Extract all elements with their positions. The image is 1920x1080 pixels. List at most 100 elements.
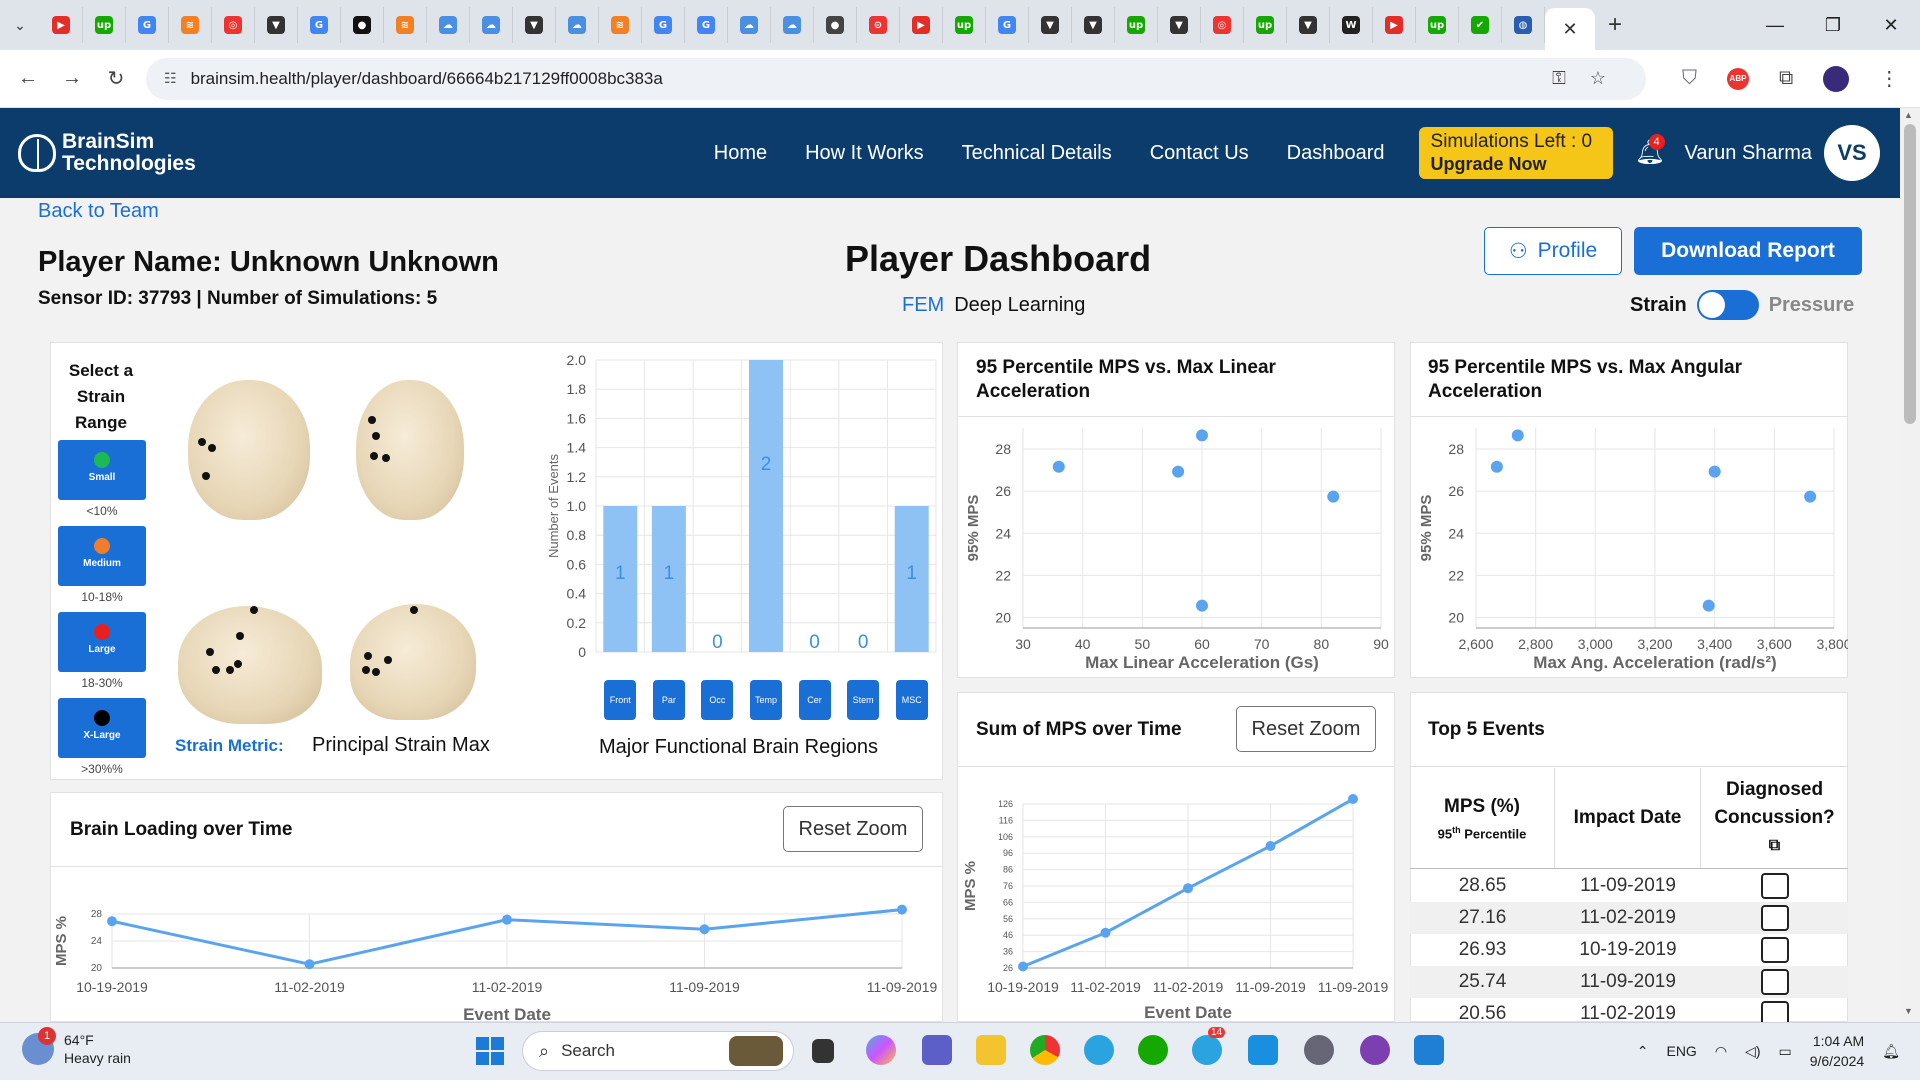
browser-profile-avatar[interactable]	[1823, 65, 1850, 92]
notification-bell-icon[interactable]: 🔔︎	[1882, 1043, 1900, 1060]
close-window-icon[interactable]: ✕	[1862, 0, 1920, 50]
table-row[interactable]: 27.16 11-02-2019	[1410, 902, 1848, 934]
copilot-icon[interactable]	[866, 1035, 896, 1065]
windows-start-icon[interactable]	[476, 1037, 504, 1065]
browser-tab[interactable]: up	[83, 7, 126, 43]
nav-dashboard[interactable]: Dashboard	[1287, 142, 1385, 165]
strain-metric-value[interactable]: Principal Strain Max	[312, 734, 490, 757]
region-par-button[interactable]: Par	[652, 680, 685, 720]
chrome-icon[interactable]	[1030, 1035, 1060, 1065]
strain-range-large-button[interactable]: Large	[58, 612, 146, 672]
browser-tab[interactable]: ⊝	[857, 7, 900, 43]
concussion-checkbox[interactable]	[1760, 969, 1789, 995]
bookmark-star-icon[interactable]: ☆	[1590, 68, 1606, 89]
loading-reset-zoom-button[interactable]: Reset Zoom	[783, 806, 923, 852]
concussion-checkbox[interactable]	[1760, 873, 1789, 899]
tab-search-icon[interactable]: ⌄	[0, 5, 40, 45]
browser-tab[interactable]: up	[1244, 7, 1287, 43]
scroll-up-icon[interactable]: ▲	[1904, 110, 1913, 120]
task-view-icon[interactable]	[812, 1039, 834, 1063]
password-key-icon[interactable]: ⚿	[1552, 68, 1566, 89]
active-tab[interactable]: ✕	[1545, 8, 1595, 50]
browser-tab[interactable]: ☁	[427, 7, 470, 43]
browser-tab[interactable]: ▼	[1029, 7, 1072, 43]
browser-tab[interactable]: ≋	[599, 7, 642, 43]
region-front-button[interactable]: Front	[604, 680, 637, 720]
browser-tab[interactable]: ●	[341, 7, 384, 43]
browser-tab[interactable]: ●	[814, 7, 857, 43]
concussion-checkbox[interactable]	[1760, 937, 1789, 963]
nav-home[interactable]: Home	[714, 142, 767, 165]
shield-extension-icon[interactable]: ⛉	[1682, 67, 1697, 90]
simulations-upgrade-button[interactable]: Simulations Left : 0 Upgrade Now	[1418, 127, 1613, 179]
weather-widget[interactable]: 1 64°F Heavy rain	[22, 1027, 131, 1067]
browser-tab[interactable]: W	[1330, 7, 1373, 43]
region-occ-button[interactable]: Occ	[701, 680, 734, 720]
upgrade-now[interactable]: Upgrade Now	[1431, 153, 1601, 175]
strain-range-x-large-button[interactable]: X-Large	[58, 698, 146, 758]
col-concussion-header[interactable]: Diagnosed Concussion? ⧉	[1701, 768, 1848, 868]
minimize-icon[interactable]: —	[1746, 0, 1804, 50]
skype-icon[interactable]	[1248, 1035, 1278, 1065]
browser-tab[interactable]: ◍	[1502, 7, 1545, 43]
table-row[interactable]: 25.74 11-09-2019	[1410, 966, 1848, 998]
browser-tab[interactable]: ▼	[255, 7, 298, 43]
region-cer-button[interactable]: Cer	[798, 680, 831, 720]
puzzle-extensions-icon[interactable]: ⧉	[1779, 67, 1793, 90]
file-explorer-icon[interactable]	[976, 1035, 1006, 1065]
telegram-icon[interactable]	[1084, 1035, 1114, 1065]
mode-fem[interactable]: FEM	[902, 294, 944, 316]
browser-tab[interactable]: ◎	[212, 7, 255, 43]
browser-tab[interactable]: G	[685, 7, 728, 43]
wifi-icon[interactable]: ◠	[1715, 1043, 1727, 1060]
browser-tab[interactable]: G	[642, 7, 685, 43]
strain-range-small-button[interactable]: Small	[58, 440, 146, 500]
browser-tab[interactable]: ✔	[1459, 7, 1502, 43]
site-info-icon[interactable]: ☷	[164, 70, 177, 87]
url-text[interactable]: brainsim.health/player/dashboard/66664b2…	[191, 69, 663, 89]
table-row[interactable]: 26.93 10-19-2019	[1410, 934, 1848, 966]
restore-icon[interactable]: ❐	[1804, 0, 1862, 50]
region-stem-button[interactable]: Stem	[847, 680, 880, 720]
new-tab-button[interactable]: +	[1595, 11, 1635, 39]
vscode-icon[interactable]	[1414, 1035, 1444, 1065]
battery-icon[interactable]: ▭	[1778, 1043, 1791, 1060]
external-link-icon[interactable]: ⧉	[1769, 832, 1780, 860]
col-mps-header[interactable]: MPS (%) 95th Percentile	[1410, 768, 1555, 868]
teams-icon[interactable]	[922, 1035, 952, 1065]
browser-tab[interactable]: up	[1115, 7, 1158, 43]
table-row[interactable]: 28.65 11-09-2019	[1410, 870, 1848, 902]
back-arrow-icon[interactable]: ←	[6, 67, 50, 90]
user-name[interactable]: Varun Sharma	[1685, 142, 1812, 165]
region-msc-button[interactable]: MSC	[895, 680, 928, 720]
browser-tab[interactable]: ☁	[728, 7, 771, 43]
strain-range-medium-button[interactable]: Medium	[58, 526, 146, 586]
browser-tab[interactable]: G	[126, 7, 169, 43]
browser-tab[interactable]: ▼	[1158, 7, 1201, 43]
browser-tab[interactable]: ≋	[384, 7, 427, 43]
back-to-team-link[interactable]: Back to Team	[38, 200, 159, 223]
browser-tab[interactable]: ▼	[1287, 7, 1330, 43]
settings-icon[interactable]	[1304, 1035, 1334, 1065]
language-indicator[interactable]: ENG	[1666, 1043, 1696, 1059]
browser-tab[interactable]: up	[943, 7, 986, 43]
github-desktop-icon[interactable]	[1360, 1035, 1390, 1065]
browser-tab[interactable]: ▼	[1072, 7, 1115, 43]
nav-technical-details[interactable]: Technical Details	[962, 142, 1112, 165]
upwork-app-icon[interactable]	[1138, 1035, 1168, 1065]
scroll-thumb[interactable]	[1904, 124, 1916, 424]
region-temp-button[interactable]: Temp	[750, 680, 782, 720]
nav-how-it-works[interactable]: How It Works	[805, 142, 924, 165]
strain-pressure-toggle[interactable]	[1696, 290, 1759, 320]
reload-icon[interactable]: ↻	[94, 66, 138, 91]
browser-tab[interactable]: ▶	[40, 7, 83, 43]
browser-tab[interactable]: ☁	[556, 7, 599, 43]
telegram-desktop-icon[interactable]: 14	[1192, 1027, 1226, 1065]
clock[interactable]: 1:04 AM 9/6/2024	[1810, 1031, 1865, 1071]
volume-icon[interactable]: ◁)	[1745, 1043, 1760, 1060]
browser-tab[interactable]: ◎	[1201, 7, 1244, 43]
close-tab-icon[interactable]: ✕	[1562, 19, 1577, 40]
download-report-button[interactable]: Download Report	[1634, 227, 1862, 275]
taskbar-search[interactable]: ⌕ Search	[522, 1031, 794, 1071]
page-scrollbar[interactable]: ▲ ▼	[1900, 108, 1920, 1022]
